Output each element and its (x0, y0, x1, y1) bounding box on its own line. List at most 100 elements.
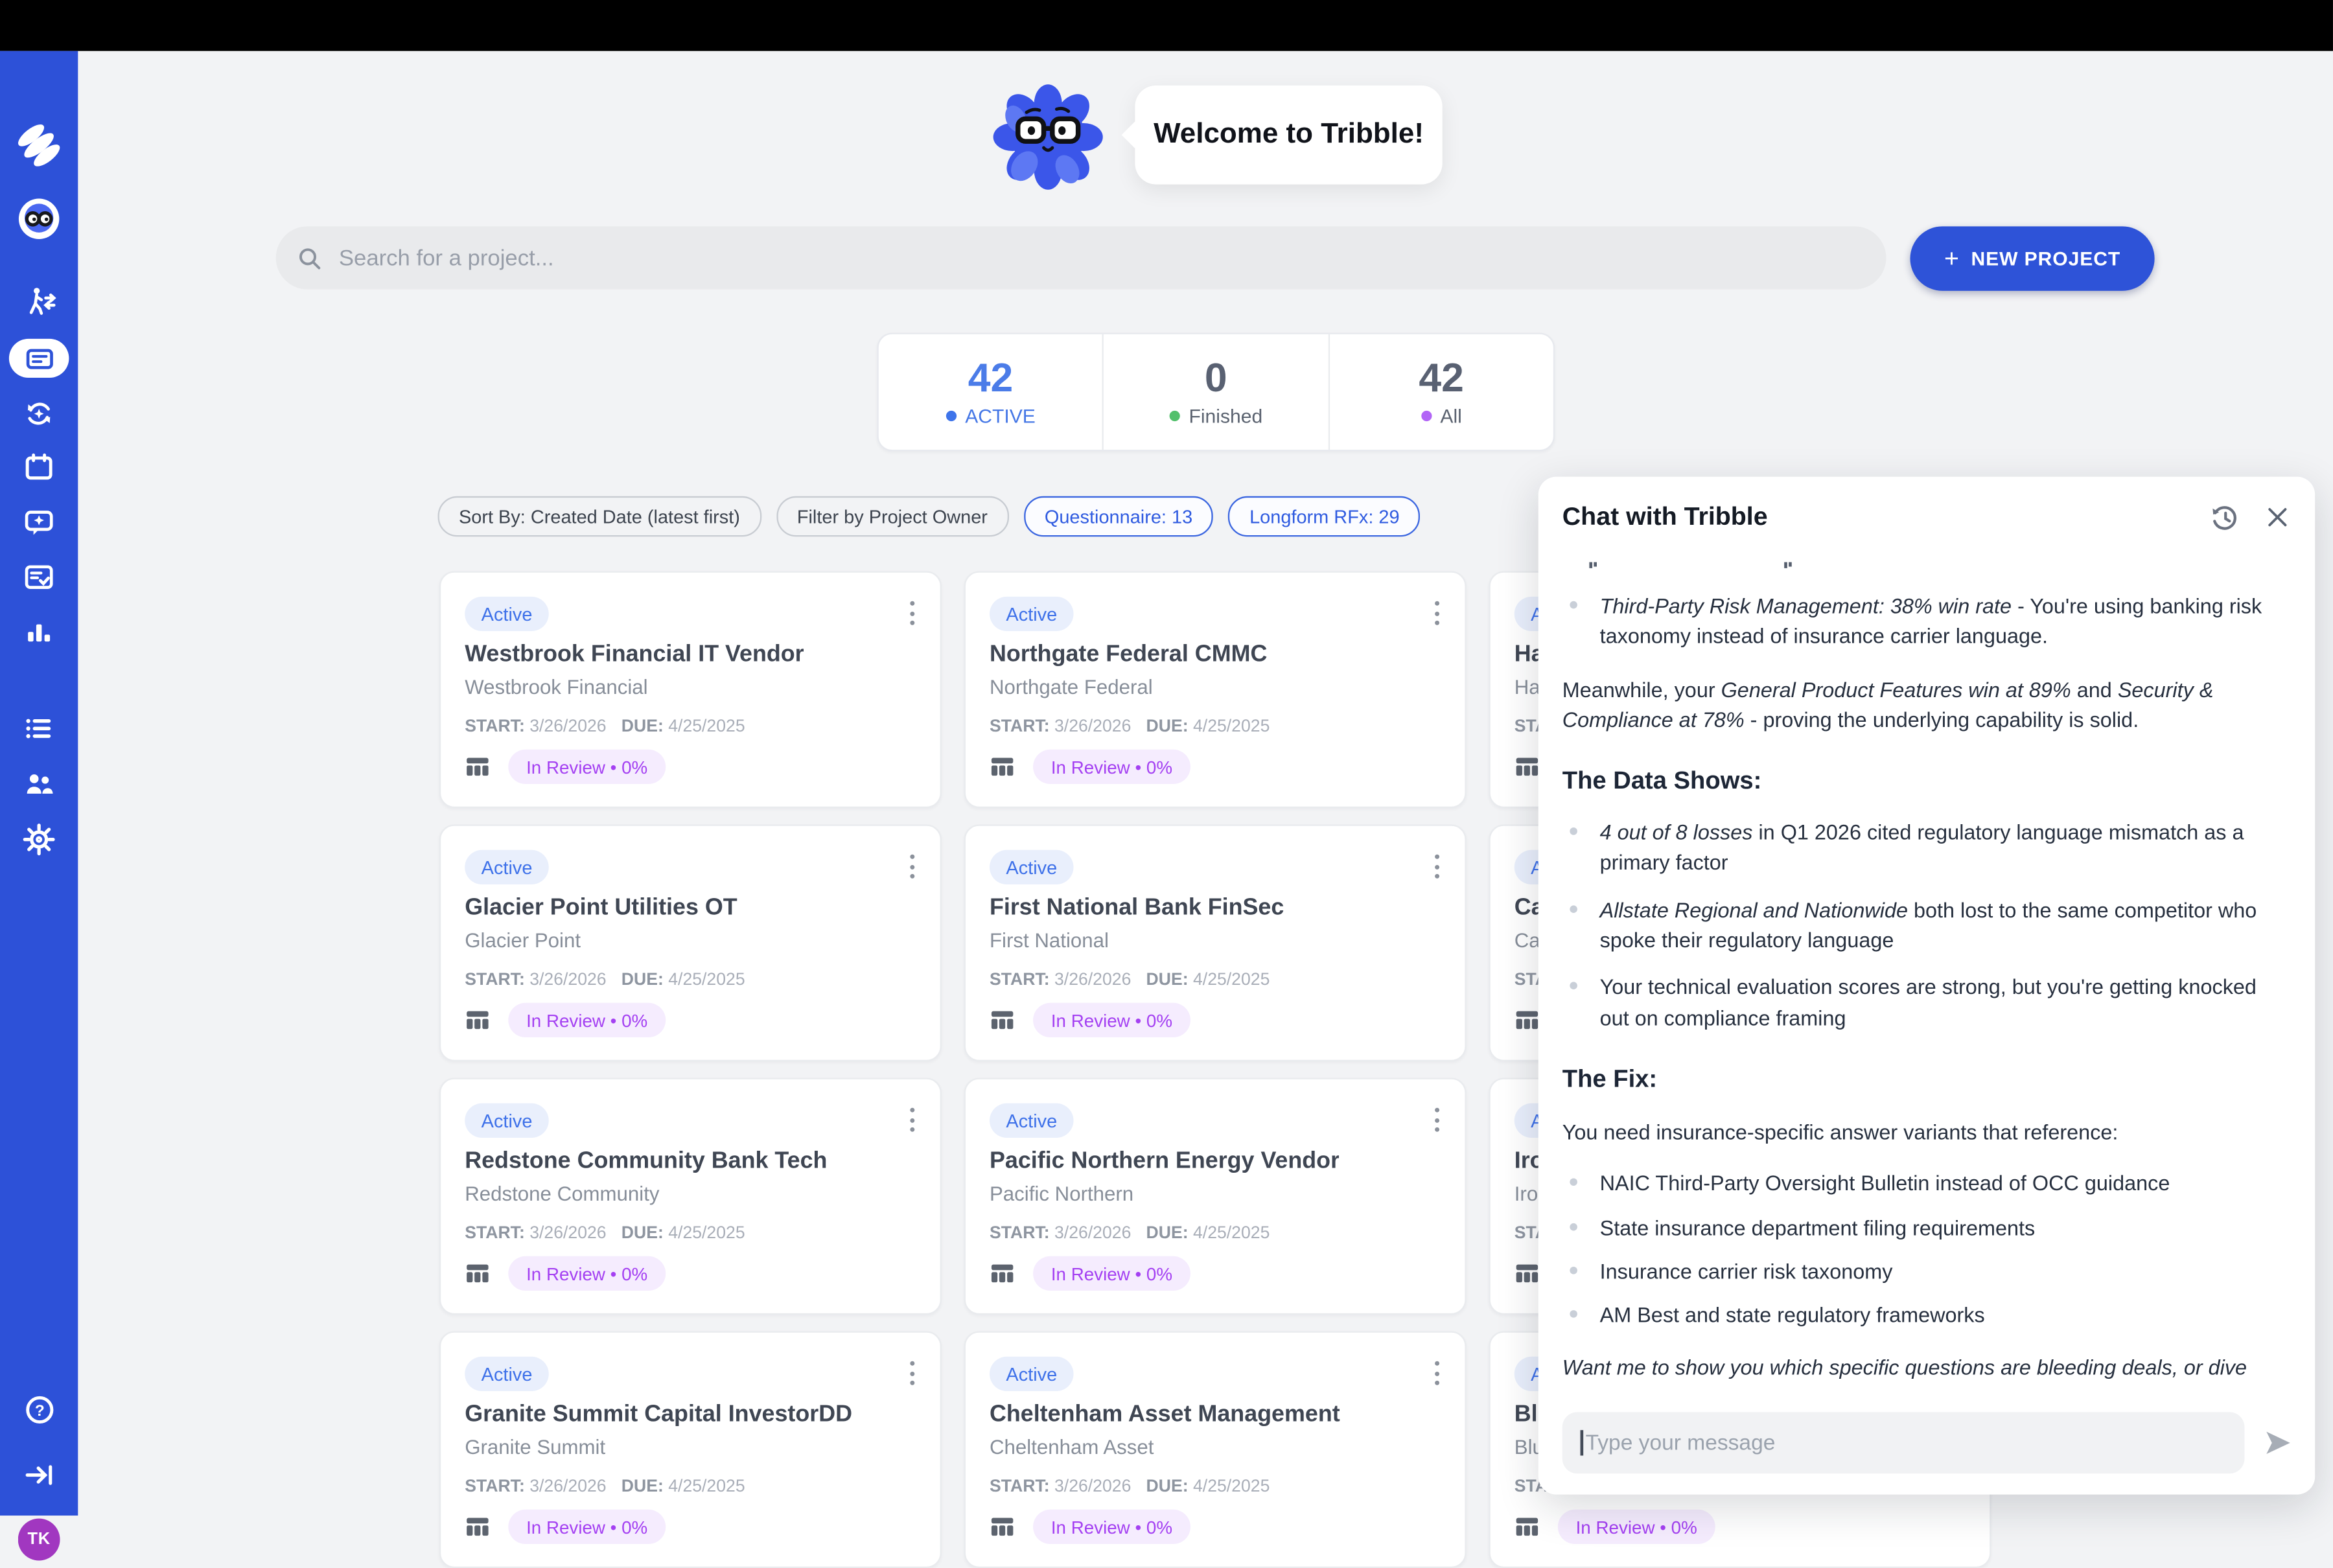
chat-bullet: Allstate Regional and Nationwide both lo… (1562, 895, 2270, 956)
project-dates: START: 3/26/2026DUE: 4/25/2025 (465, 718, 745, 736)
board-icon (990, 1261, 1015, 1286)
project-dates: START: 3/26/2026DUE: 4/25/2025 (990, 718, 1270, 736)
project-card[interactable]: ActiveCheltenham Asset ManagementChelten… (964, 1331, 1467, 1568)
search-input[interactable]: Search for a project... (276, 226, 1886, 289)
card-menu-button[interactable] (905, 1357, 919, 1390)
chat-panel: Chat with Tribble Third-Party Risk Manag… (1538, 477, 2315, 1495)
project-stats-card: 42ACTIVE 0 Finished 42 All (877, 333, 1555, 452)
close-icon[interactable] (2261, 501, 2294, 534)
chat-header: Chat with Tribble (1562, 477, 2294, 558)
project-card[interactable]: ActiveFirst National Bank FinSecFirst Na… (964, 824, 1467, 1061)
review-badge: In Review • 0% (1033, 750, 1190, 784)
top-black-bar (0, 0, 2333, 51)
filter-chip[interactable]: Sort By: Created Date (latest first) (438, 496, 761, 536)
svg-text:?: ? (34, 1401, 44, 1419)
chat-bullet-list: Third-Party Risk Management: 38% win rat… (1562, 591, 2270, 652)
card-menu-button[interactable] (1430, 850, 1444, 883)
project-dates: START: 3/26/2026DUE: 4/25/2025 (990, 971, 1270, 989)
project-card[interactable]: ActiveGranite Summit Capital InvestorDDG… (439, 1331, 942, 1568)
filter-chip[interactable]: Filter by Project Owner (776, 496, 1008, 536)
status-dot-icon (1421, 410, 1431, 421)
project-company: Northgate Federal (990, 676, 1153, 698)
walker-arrows-icon[interactable] (0, 281, 78, 325)
chat-paragraph: Meanwhile, your General Product Features… (1562, 674, 2270, 735)
project-card[interactable]: ActiveRedstone Community Bank TechRedsto… (439, 1078, 942, 1315)
stat-all[interactable]: 42 All (1328, 334, 1553, 450)
project-card[interactable]: ActiveGlacier Point Utilities OTGlacier … (439, 824, 942, 1061)
stat-finished[interactable]: 0 Finished (1102, 334, 1328, 450)
chat-input-placeholder: Type your message (1586, 1431, 1776, 1455)
bullet-dot-icon (1570, 601, 1577, 609)
chat-bullet: 4 out of 8 losses in Q1 2026 cited regul… (1562, 817, 2270, 878)
list-check-icon[interactable] (0, 555, 78, 599)
calendar-icon[interactable] (0, 445, 78, 490)
project-title: Granite Summit Capital InvestorDD (465, 1401, 852, 1429)
bullet-dot-icon (1570, 905, 1577, 913)
project-company: First National (990, 929, 1109, 952)
filter-chip[interactable]: Questionnaire: 13 (1023, 496, 1213, 536)
card-menu-button[interactable] (1430, 597, 1444, 630)
board-icon (465, 1514, 490, 1539)
history-icon[interactable] (2207, 501, 2240, 534)
status-badge: Active (990, 1357, 1074, 1391)
board-icon (465, 754, 490, 779)
project-company: Pacific Northern (990, 1182, 1133, 1205)
project-card[interactable]: ActivePacific Northern Energy VendorPaci… (964, 1078, 1467, 1315)
board-icon (1515, 1008, 1540, 1033)
chat-bullet-list: 4 out of 8 losses in Q1 2026 cited regul… (1562, 817, 2270, 1033)
user-avatar[interactable]: TK (18, 1519, 60, 1561)
stat-value: 0 (1205, 358, 1227, 398)
card-menu-button[interactable] (905, 850, 919, 883)
send-icon[interactable] (2258, 1424, 2297, 1462)
mascot-avatar-icon[interactable] (0, 196, 78, 241)
chat-bullet: NAIC Third-Party Oversight Bulletin inst… (1562, 1168, 2270, 1199)
new-project-button[interactable]: + NEW PROJECT (1910, 226, 2155, 290)
plus-icon: + (1944, 246, 1959, 271)
card-menu-button[interactable] (905, 597, 919, 630)
status-badge: Active (465, 597, 549, 631)
chat-sparkle-icon[interactable] (0, 501, 78, 546)
project-title: Pacific Northern Energy Vendor (990, 1148, 1340, 1175)
board-icon (1515, 754, 1540, 779)
app-root: ? TK (0, 0, 2333, 1515)
people-icon[interactable] (0, 761, 78, 806)
board-icon (990, 1008, 1015, 1033)
card-menu-button[interactable] (1430, 1103, 1444, 1136)
project-company: Cheltenham Asset (990, 1436, 1154, 1458)
stat-active[interactable]: 42ACTIVE (879, 334, 1102, 450)
card-menu-button[interactable] (905, 1103, 919, 1136)
project-dates: START: 3/26/2026DUE: 4/25/2025 (465, 971, 745, 989)
sync-sparkle-icon[interactable] (0, 391, 78, 436)
chat-message-input[interactable]: Type your message (1562, 1412, 2245, 1473)
review-badge: In Review • 0% (508, 750, 666, 784)
chat-message-scroll[interactable]: Third-Party Risk Management: 38% win rat… (1562, 560, 2291, 1381)
help-icon[interactable]: ? (0, 1387, 78, 1431)
project-dates: START: 3/26/2026DUE: 4/25/2025 (990, 1478, 1270, 1496)
stat-label: ACTIVE (946, 404, 1036, 427)
bullet-dot-icon (1570, 1267, 1577, 1274)
stat-label: Finished (1169, 404, 1262, 427)
project-title: Redstone Community Bank Tech (465, 1148, 827, 1175)
status-dot-icon (946, 410, 956, 421)
chat-title: Chat with Tribble (1562, 502, 2186, 532)
filter-chips-row: Sort By: Created Date (latest first) Filt… (438, 496, 1421, 536)
bar-chart-icon[interactable] (0, 610, 78, 655)
review-badge: In Review • 0% (508, 1256, 666, 1291)
stat-label: All (1421, 404, 1462, 427)
welcome-text: Welcome to Tribble! (1154, 119, 1424, 152)
chat-heading: The Data Shows: (1562, 768, 2270, 796)
project-card[interactable]: ActiveWestbrook Financial IT VendorWestb… (439, 571, 942, 808)
project-card[interactable]: ActiveNorthgate Federal CMMCNorthgate Fe… (964, 571, 1467, 808)
card-menu-button[interactable] (1430, 1357, 1444, 1390)
chat-blocks: Third-Party Risk Management: 38% win rat… (1562, 591, 2270, 1381)
gear-icon[interactable] (0, 817, 78, 862)
filter-chip[interactable]: Longform RFx: 29 (1229, 496, 1421, 536)
menu-list-icon[interactable] (0, 706, 78, 751)
chat-bullet: Your technical evaluation scores are str… (1562, 972, 2270, 1033)
logout-icon[interactable] (0, 1453, 78, 1497)
board-icon (465, 1008, 490, 1033)
stat-value: 42 (1419, 358, 1464, 398)
sidebar-item-projects[interactable] (9, 339, 69, 378)
search-icon (297, 245, 322, 270)
board-icon (1515, 1514, 1540, 1539)
